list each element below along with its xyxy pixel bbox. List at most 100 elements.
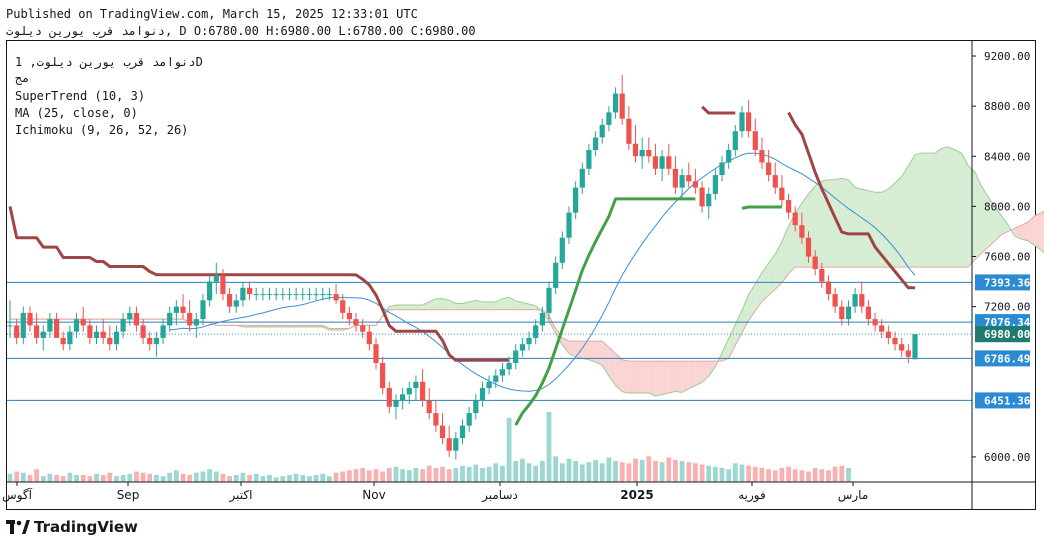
volume-bar: [799, 470, 805, 482]
volume-bar: [526, 463, 532, 482]
candle-body: [626, 118, 632, 144]
volume-bar: [54, 475, 59, 482]
candle-body: [619, 93, 625, 119]
ichimoku-cloud-segment: [402, 305, 410, 310]
volume-bar: [639, 459, 645, 482]
volume-bar: [480, 468, 485, 482]
volume-bar: [619, 462, 625, 482]
volume-bar: [759, 468, 765, 482]
ichimoku-cloud-segment: [948, 146, 955, 268]
ichimoku-cloud-segment: [668, 361, 676, 393]
candle-body: [266, 294, 273, 296]
ichimoku-cloud-segment: [935, 148, 942, 268]
candle-body: [586, 150, 592, 169]
candle-body: [20, 312, 26, 338]
candle-body: [779, 187, 785, 201]
time-axis-label: اکتبر: [229, 488, 253, 503]
candle-body: [786, 200, 792, 213]
volume-bar: [340, 471, 346, 482]
candle-body: [639, 150, 645, 157]
candle-body: [67, 331, 73, 345]
candle-body: [333, 294, 339, 301]
volume-bar: [94, 473, 99, 482]
volume-bar: [493, 463, 499, 482]
volume-bar: [553, 456, 559, 482]
candle-body: [34, 325, 40, 338]
volume-bar: [772, 470, 778, 482]
volume-bar: [466, 466, 472, 482]
volume-bar: [786, 466, 791, 482]
volume-bar: [100, 475, 106, 482]
candle-body: [93, 331, 100, 338]
candle-body: [54, 319, 60, 338]
ichimoku-cloud-segment: [396, 305, 403, 310]
candle-body: [613, 93, 619, 113]
candle-body: [107, 337, 113, 345]
volume-bar: [307, 476, 312, 482]
ichimoku-cloud-segment: [695, 361, 703, 386]
candle-body: [227, 294, 233, 307]
candle-body: [719, 162, 725, 175]
volume-bar: [180, 473, 186, 482]
candle-body: [526, 337, 532, 345]
candle-body: [746, 112, 752, 132]
volume-bar: [413, 468, 419, 482]
volume-bar: [14, 471, 20, 482]
legend-supertrend[interactable]: SuperTrend (10, 3): [15, 89, 145, 104]
candle-body: [606, 112, 612, 125]
volume-bar: [746, 465, 751, 482]
volume-bar: [67, 472, 73, 482]
ichimoku-cloud-segment: [409, 305, 416, 310]
candle-body: [792, 212, 798, 226]
ichimoku-cloud-segment: [921, 153, 929, 268]
volume-bar: [846, 468, 851, 482]
volume-bar: [207, 469, 212, 482]
volume-bar: [646, 456, 652, 482]
volume-bar: [360, 468, 366, 482]
volume-bar: [726, 469, 732, 482]
candle-body: [546, 287, 552, 313]
ichimoku-cloud-segment: [435, 298, 443, 310]
volume-bar: [400, 469, 405, 482]
candle-body: [593, 137, 599, 150]
price-axis-label: 8000.00: [984, 200, 1030, 213]
volume-bar: [260, 476, 266, 482]
supertrend-line: [8, 206, 510, 362]
volume-bar: [213, 471, 219, 482]
volume-bar: [120, 475, 126, 482]
candle-body: [413, 381, 419, 389]
candle-body: [200, 300, 206, 320]
time-axis-label: دسامبر: [481, 488, 518, 503]
candle-body: [100, 331, 106, 338]
price-chart[interactable]: 6000.00 7200.00 7600.00 8000.00 8400.00 8800.…: [0, 0, 1044, 546]
volume-bar: [673, 459, 678, 482]
candle-body: [366, 331, 372, 345]
legend-ma[interactable]: MA (25, close, 0): [15, 106, 138, 121]
candle-body: [466, 413, 472, 426]
candle-body: [360, 325, 366, 332]
candle-body: [473, 400, 479, 414]
volume-bar: [147, 473, 153, 482]
tradingview-brand[interactable]: TradingView: [6, 518, 138, 536]
ichimoku-cloud-segment: [941, 146, 949, 268]
legend-ichimoku[interactable]: Ichimoku (9, 26, 52, 26): [15, 123, 188, 138]
candle-body: [14, 325, 20, 338]
volume-bar: [593, 459, 598, 482]
volume-bar: [626, 463, 632, 482]
candle-body: [187, 312, 193, 326]
candle-body: [127, 312, 133, 320]
candle-body: [632, 143, 639, 157]
moving-average-line: [169, 152, 916, 392]
volume-bar: [546, 412, 552, 482]
volume-bar: [327, 476, 332, 482]
ichimoku-cloud-segment: [841, 178, 849, 268]
candle-body: [479, 388, 486, 401]
candle-body: [273, 294, 279, 296]
candle-body: [832, 294, 838, 307]
ichimoku-cloud-segment: [855, 187, 862, 268]
price-tag-label: 6451.36: [984, 394, 1031, 407]
candle-body: [712, 175, 718, 194]
ichimoku-cloud-segment: [635, 361, 643, 393]
candle-body: [759, 150, 765, 163]
volume-bar: [426, 465, 432, 482]
